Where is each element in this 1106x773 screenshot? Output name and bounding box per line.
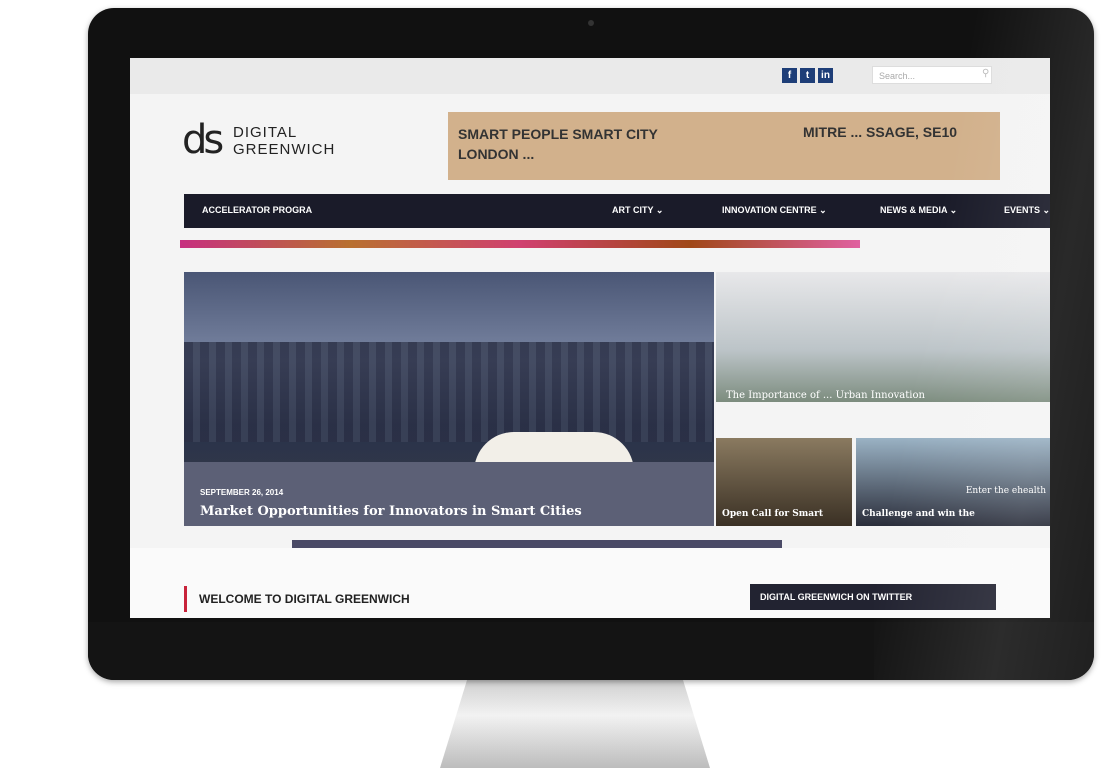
- facebook-icon[interactable]: f: [782, 68, 797, 83]
- welcome-heading: WELCOME TO DIGITAL GREENWICH: [184, 586, 410, 612]
- hero-slide[interactable]: SEPTEMBER 26, 2014 Market Opportunities …: [184, 272, 714, 526]
- logo-text[interactable]: DIGITAL GREENWICH: [233, 124, 335, 158]
- hero-skyline: [184, 342, 714, 442]
- nav-item-smart-city[interactable]: ART CITY ⌄: [612, 205, 663, 216]
- card-ehealth-overlay: Enter the ehealth: [965, 486, 1046, 496]
- nav-item-accelerator[interactable]: ACCELERATOR PROGRA: [202, 205, 312, 215]
- monitor-stand: [440, 680, 710, 768]
- main-navigation: ACCELERATOR PROGRA ART CITY ⌄ INNOVATION…: [184, 194, 1050, 228]
- twitter-icon[interactable]: t: [800, 68, 815, 83]
- glitch-strip: [180, 240, 860, 248]
- banner-line2: LONDON ...: [458, 146, 535, 162]
- twitter-heading[interactable]: DIGITAL GREENWICH ON TWITTER: [750, 584, 996, 610]
- logo-line2: GREENWICH: [233, 141, 336, 158]
- nav-item-events[interactable]: EVENTS ⌄: [1004, 205, 1050, 216]
- search-icon[interactable]: ⚲: [982, 68, 989, 79]
- side-feature[interactable]: The Importance of ... Urban Innovation: [716, 272, 1050, 402]
- nav-item-news-media[interactable]: NEWS & MEDIA ⌄: [880, 205, 957, 216]
- banner-title: SMART PEOPLE SMART CITY LONDON ...: [458, 124, 658, 164]
- logo-line1: DIGITAL: [233, 124, 298, 141]
- card-ehealth-title: Challenge and win the: [862, 509, 975, 519]
- hero-date: SEPTEMBER 26, 2014: [200, 488, 284, 497]
- search-input[interactable]: Search...: [872, 66, 992, 84]
- imac-monitor: f t in Search... ⚲ ds DIGITAL GREENWICH …: [88, 8, 1094, 680]
- website-screen: f t in Search... ⚲ ds DIGITAL GREENWICH …: [130, 58, 1050, 618]
- banner-address: MITRE ... SSAGE, SE10: [803, 124, 958, 140]
- camera: [588, 20, 594, 26]
- logo-mark[interactable]: ds: [182, 120, 224, 160]
- hero-title[interactable]: Market Opportunities for Innovators in S…: [200, 504, 582, 519]
- card-ehealth[interactable]: Enter the ehealth Challenge and win the: [856, 438, 1050, 526]
- nav-item-innovation-centre[interactable]: INNOVATION CENTRE ⌄: [722, 205, 827, 216]
- banner-line1: SMART PEOPLE SMART CITY: [458, 126, 658, 142]
- card-open-call-title: Open Call for Smart: [722, 509, 824, 519]
- linkedin-icon[interactable]: in: [818, 68, 833, 83]
- glitch-strip: [292, 540, 782, 548]
- apple-logo-icon: [575, 640, 597, 664]
- card-open-call[interactable]: Open Call for Smart: [716, 438, 852, 526]
- header-banner[interactable]: SMART PEOPLE SMART CITY LONDON ... MITRE…: [448, 112, 1000, 180]
- side-feature-caption: The Importance of ... Urban Innovation: [726, 390, 925, 401]
- top-utility-bar: f t in Search... ⚲: [130, 58, 1050, 94]
